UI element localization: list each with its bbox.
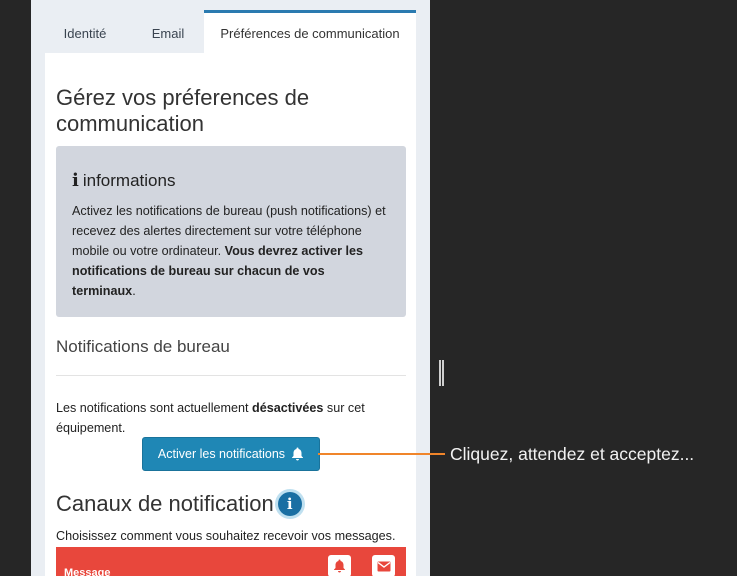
- channels-title: Canaux de notification: [56, 491, 274, 516]
- info-circle-icon[interactable]: i: [277, 492, 302, 516]
- channels-heading: Canaux de notification i: [56, 491, 302, 517]
- info-box: i informations Activez les notifications…: [56, 146, 406, 317]
- info-text-end: .: [132, 284, 136, 298]
- section-divider: [56, 375, 406, 376]
- status-prefix: Les notifications sont actuellement: [56, 401, 253, 415]
- activate-button-label: Activer les notifications: [157, 447, 286, 461]
- email-channel-toggle[interactable]: [372, 555, 395, 576]
- info-box-text: Activez les notifications de bureau (pus…: [72, 201, 390, 301]
- desktop-notifications-title: Notifications de bureau: [56, 337, 230, 356]
- tab-email[interactable]: Email: [133, 10, 203, 53]
- tab-content: Gérez vos préferences de communication i…: [45, 53, 416, 576]
- tab-identite[interactable]: Identité: [45, 10, 125, 53]
- envelope-icon: [377, 561, 390, 571]
- notification-status-text: Les notifications sont actuellement désa…: [56, 398, 396, 438]
- push-channel-toggle[interactable]: [328, 555, 351, 576]
- activate-notifications-button[interactable]: Activer les notifications: [142, 437, 320, 471]
- channels-description: Choisissez comment vous souhaitez recevo…: [56, 529, 396, 543]
- info-box-title-text: informations: [82, 170, 176, 190]
- tab-bar: Identité Email Préférences de communicat…: [45, 10, 416, 53]
- message-channel-row: Message: [56, 547, 406, 576]
- callout-annotation: Cliquez, attendez et acceptez...: [450, 444, 695, 464]
- bell-icon: [334, 559, 345, 573]
- callout-arrow-line: [318, 453, 445, 455]
- info-icon: i: [72, 170, 79, 191]
- bell-icon: [292, 447, 304, 461]
- tab-preferences-communication[interactable]: Préférences de communication: [204, 10, 416, 53]
- page-title: Gérez vos préferences de communication: [56, 85, 310, 136]
- resize-handle[interactable]: [439, 360, 444, 386]
- status-bold: désactivées: [252, 401, 324, 415]
- message-row-label: Message: [64, 567, 111, 576]
- preferences-panel: Identité Email Préférences de communicat…: [31, 0, 430, 576]
- info-box-title: i informations: [72, 170, 390, 191]
